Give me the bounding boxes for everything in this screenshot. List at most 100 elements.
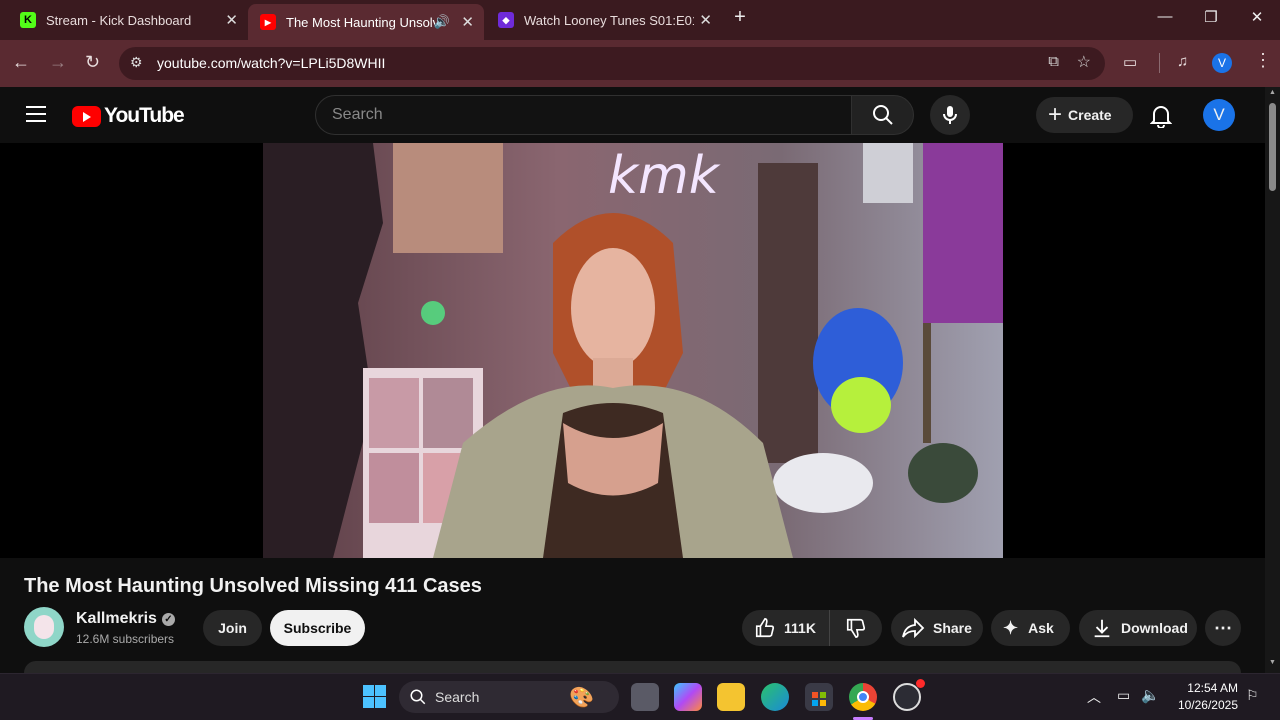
search-button[interactable] [851, 95, 914, 135]
reload-icon[interactable]: ↻ [85, 52, 100, 73]
search-input[interactable] [332, 106, 832, 124]
twitch-icon: ◆ [498, 12, 514, 28]
menu-kebab-icon[interactable]: ⋮ [1254, 50, 1272, 71]
back-icon[interactable]: ← [12, 52, 30, 73]
ask-label: Ask [1028, 620, 1054, 636]
close-tab-icon[interactable]: ✕ [461, 13, 474, 31]
verified-check-icon: ✓ [161, 612, 175, 626]
url-text: youtube.com/watch?v=LPLi5D8WHII [157, 55, 386, 71]
file-explorer-icon[interactable] [717, 683, 745, 711]
scroll-down-icon[interactable]: ▼ [1269, 659, 1276, 666]
youtube-logo-text: YouTube [104, 104, 185, 127]
subscribe-button[interactable]: Subscribe [270, 610, 365, 646]
media-controls-icon[interactable]: ♫ [1177, 53, 1188, 70]
windows-start-icon[interactable] [361, 683, 389, 711]
microphone-icon [943, 106, 957, 124]
clock-time: 12:54 AM [1187, 681, 1238, 695]
copilot-icon[interactable] [674, 683, 702, 711]
address-bar[interactable]: ⚙ youtube.com/watch?v=LPLi5D8WHII ⧉ ☆ [119, 47, 1105, 80]
channel-avatar[interactable] [24, 607, 64, 647]
join-label: Join [218, 620, 247, 636]
tab-title: Stream - Kick Dashboard [46, 12, 192, 28]
minimize-icon[interactable]: — [1153, 8, 1177, 25]
youtube-page: YouTube + Create V [0, 87, 1280, 673]
search-icon [410, 689, 426, 705]
tab-kick[interactable]: K Stream - Kick Dashboard ✕ [8, 0, 248, 40]
close-tab-icon[interactable]: ✕ [699, 11, 712, 29]
video-title: The Most Haunting Unsolved Missing 411 C… [24, 575, 482, 597]
share-button[interactable]: Share [891, 610, 983, 646]
description-box[interactable] [24, 661, 1241, 673]
palette-icon: 🎨 [569, 687, 594, 709]
audio-playing-icon[interactable]: 🔊 [434, 14, 450, 30]
scrollbar-thumb[interactable] [1269, 103, 1276, 191]
tab-strip: K Stream - Kick Dashboard ✕ ▶ The Most H… [0, 0, 1280, 40]
share-label: Share [933, 620, 972, 636]
account-avatar[interactable]: V [1203, 99, 1235, 131]
notifications-bell-icon[interactable] [1149, 104, 1173, 133]
youtube-icon: ▶ [260, 14, 276, 30]
close-window-icon[interactable]: ✕ [1245, 8, 1269, 26]
hamburger-menu-icon[interactable] [26, 106, 46, 122]
task-view-icon[interactable] [631, 683, 659, 711]
youtube-logo[interactable]: YouTube [72, 104, 185, 128]
video-frame[interactable]: kmk [263, 143, 1003, 558]
subscriber-count: 12.6M subscribers [76, 632, 175, 646]
ask-button[interactable]: ✦ Ask [991, 610, 1070, 646]
toolbar-divider [1159, 53, 1160, 73]
youtube-logo-icon [72, 105, 101, 127]
neon-sign-text: kmk [608, 146, 721, 206]
page-scrollbar[interactable]: ▲ ▼ [1265, 87, 1280, 673]
clock[interactable]: 12:54 AM 10/26/2025 [1172, 681, 1238, 712]
microsoft-store-icon[interactable] [805, 683, 833, 711]
windows-taskbar: Search 🎨 ︿ ▭ 🔈 12:54 AM 10/26/2025 ⚐ [0, 673, 1280, 720]
download-button[interactable]: Download [1079, 610, 1197, 646]
site-info-icon[interactable]: ⚙ [130, 54, 143, 71]
join-button[interactable]: Join [203, 610, 262, 646]
browser-toolbar: ← → ↻ ⚙ youtube.com/watch?v=LPLi5D8WHII … [0, 40, 1280, 87]
kick-icon: K [20, 12, 36, 28]
bookmark-star-icon[interactable]: ☆ [1077, 52, 1091, 72]
download-label: Download [1121, 620, 1188, 636]
install-app-icon[interactable]: ⧉ [1048, 53, 1059, 70]
channel-name[interactable]: Kallmekris [76, 610, 157, 628]
download-icon [1094, 619, 1110, 638]
clock-date: 10/26/2025 [1177, 698, 1238, 712]
volume-icon[interactable]: 🔈 [1141, 686, 1160, 704]
video-player[interactable]: kmk [0, 143, 1265, 558]
sparkle-icon: ✦ [1003, 617, 1019, 638]
like-count: 111K [784, 620, 816, 636]
more-actions-icon[interactable]: ⋯ [1205, 610, 1241, 646]
profile-avatar[interactable]: V [1212, 53, 1232, 73]
tab-youtube[interactable]: ▶ The Most Haunting Unsolve 🔊 ✕ [248, 4, 484, 40]
voice-search-button[interactable] [930, 95, 970, 135]
search-icon [873, 105, 893, 125]
video-thumbnail-image: kmk [263, 143, 1003, 558]
scroll-up-icon[interactable]: ▲ [1269, 89, 1276, 96]
thumbs-up-icon [755, 618, 775, 638]
close-tab-icon[interactable]: ✕ [225, 11, 238, 29]
channel-name-row[interactable]: Kallmekris ✓ [76, 610, 175, 628]
new-tab-icon[interactable]: + [728, 6, 752, 29]
network-icon[interactable]: ▭ [1117, 687, 1130, 704]
obs-icon[interactable] [893, 679, 925, 711]
create-button[interactable]: + Create [1036, 97, 1133, 133]
share-icon [902, 617, 925, 639]
notification-center-icon[interactable]: ⚐ [1246, 687, 1259, 704]
chrome-icon[interactable] [849, 683, 877, 711]
tab-title: The Most Haunting Unsolve [286, 14, 436, 30]
plus-icon: + [1048, 101, 1063, 128]
restore-icon[interactable]: ❐ [1199, 8, 1223, 26]
like-button[interactable]: 111K [742, 610, 830, 646]
tab-looney-tunes[interactable]: ◆ Watch Looney Tunes S01:E01 - ✕ [486, 0, 722, 40]
tab-title: Watch Looney Tunes S01:E01 - [524, 12, 694, 28]
thumbs-down-icon [846, 618, 866, 638]
reading-list-icon[interactable]: ▭ [1123, 53, 1137, 71]
show-hidden-icons-icon[interactable]: ︿ [1087, 687, 1101, 707]
create-label: Create [1068, 107, 1112, 123]
taskbar-search-box[interactable]: Search 🎨 [399, 681, 619, 713]
search-box[interactable] [315, 95, 852, 135]
forward-icon[interactable]: → [49, 52, 67, 73]
dislike-button[interactable] [830, 610, 882, 646]
edge-icon[interactable] [761, 683, 789, 711]
